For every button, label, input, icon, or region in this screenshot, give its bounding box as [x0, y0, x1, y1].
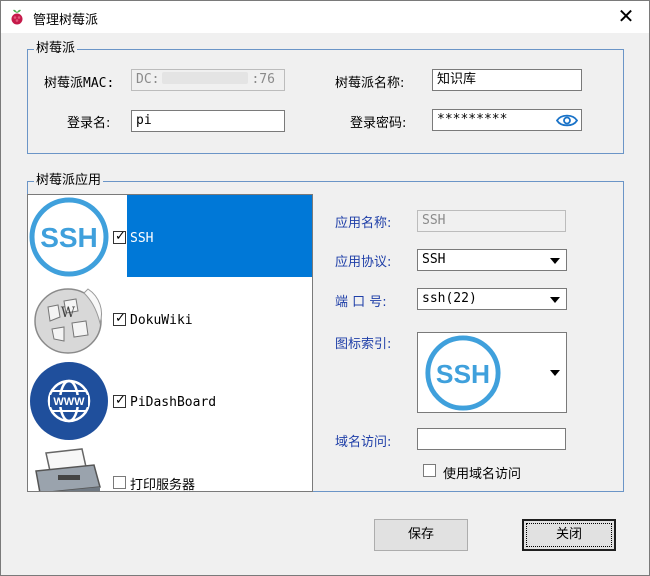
pi-name-field[interactable]: 知识库 [432, 69, 582, 91]
port-select[interactable]: ssh(22) [417, 288, 567, 310]
svg-text:SSH: SSH [40, 222, 98, 253]
window-title: 管理树莓派 [33, 13, 99, 28]
app-label-ssh: SSH [130, 231, 154, 246]
mac-field: DC: :76 [131, 69, 285, 91]
protocol-value: SSH [422, 252, 446, 267]
close-icon: ✕ [617, 4, 635, 28]
login-name-label: 登录名: [67, 116, 111, 131]
svg-text:WWW: WWW [53, 396, 85, 408]
app-row-pidashboard[interactable]: WWW ✓ PiDashBoard [28, 359, 312, 441]
app-label-print-server: 打印服务器 [130, 478, 196, 492]
port-label: 端 口 号: [335, 295, 387, 310]
pi-name-label: 树莓派名称: [335, 76, 405, 91]
use-domain-label: 使用域名访问 [443, 467, 522, 482]
title-bar[interactable]: 管理树莓派 ✕ [1, 1, 649, 33]
raspberry-pi-group-title: 树莓派 [34, 41, 78, 57]
icon-index-label: 图标索引: [335, 337, 392, 352]
wikipedia-globe-icon: W [34, 288, 102, 354]
mac-label: 树莓派MAC: [44, 76, 115, 91]
ssh-icon: SSH [425, 335, 501, 411]
protocol-select[interactable]: SSH [417, 249, 567, 271]
app-checkbox-dokuwiki[interactable]: ✓ [113, 311, 126, 326]
save-button[interactable]: 保存 [374, 519, 468, 551]
close-window-button[interactable]: ✕ [603, 1, 649, 33]
app-checkbox-print-server[interactable] [113, 476, 126, 489]
show-password-eye-icon[interactable] [556, 113, 578, 128]
mac-redacted-block [162, 72, 249, 84]
printer-icon [35, 448, 101, 491]
app-row-dokuwiki[interactable]: W ✓ DokuWiki [28, 277, 312, 359]
mac-prefix: DC: [136, 72, 160, 87]
app-checkbox-ssh[interactable]: ✓ [113, 229, 126, 244]
icon-index-select[interactable]: SSH [417, 332, 567, 413]
protocol-label: 应用协议: [335, 255, 392, 270]
icon-index-value: SSH [436, 359, 490, 389]
apps-listbox[interactable]: SSH ✓ SSH W ✓ DokuWiki WWW ✓ PiDashBoard… [27, 194, 313, 492]
chevron-down-icon [550, 370, 560, 376]
close-button[interactable]: 关闭 [522, 519, 616, 551]
chevron-down-icon [550, 297, 560, 303]
app-name-label: 应用名称: [335, 216, 392, 231]
app-row-ssh[interactable]: SSH ✓ SSH [28, 195, 312, 277]
svg-text:W: W [61, 305, 76, 321]
chevron-down-icon [550, 258, 560, 264]
focus-outline [526, 523, 612, 547]
selected-highlight [127, 195, 312, 277]
password-field[interactable]: ********* [432, 109, 582, 131]
domain-field[interactable] [417, 428, 566, 450]
manage-raspberry-pi-dialog: 管理树莓派 ✕ 树莓派 树莓派MAC: DC: :76 树莓派名称: 知识库 登录… [0, 0, 650, 576]
raspberry-pi-group: 树莓派 [27, 41, 624, 154]
port-value: ssh(22) [422, 291, 477, 306]
app-row-print-server[interactable]: 打印服务器 [28, 441, 312, 492]
domain-label: 域名访问: [335, 435, 392, 450]
app-checkbox-pidashboard[interactable]: ✓ [113, 393, 126, 408]
use-domain-checkbox[interactable] [423, 464, 436, 477]
www-globe-icon: WWW [30, 362, 108, 440]
app-name-field: SSH [417, 210, 566, 232]
login-name-field[interactable]: pi [131, 110, 285, 132]
ssh-icon: SSH [29, 197, 109, 277]
app-label-pidashboard: PiDashBoard [130, 395, 217, 410]
raspberry-pi-icon [11, 9, 23, 25]
mac-suffix: :76 [251, 72, 275, 87]
app-label-dokuwiki: DokuWiki [130, 313, 193, 328]
apps-group-title: 树莓派应用 [34, 173, 104, 189]
password-value: ********* [437, 112, 508, 127]
password-label: 登录密码: [350, 116, 407, 131]
